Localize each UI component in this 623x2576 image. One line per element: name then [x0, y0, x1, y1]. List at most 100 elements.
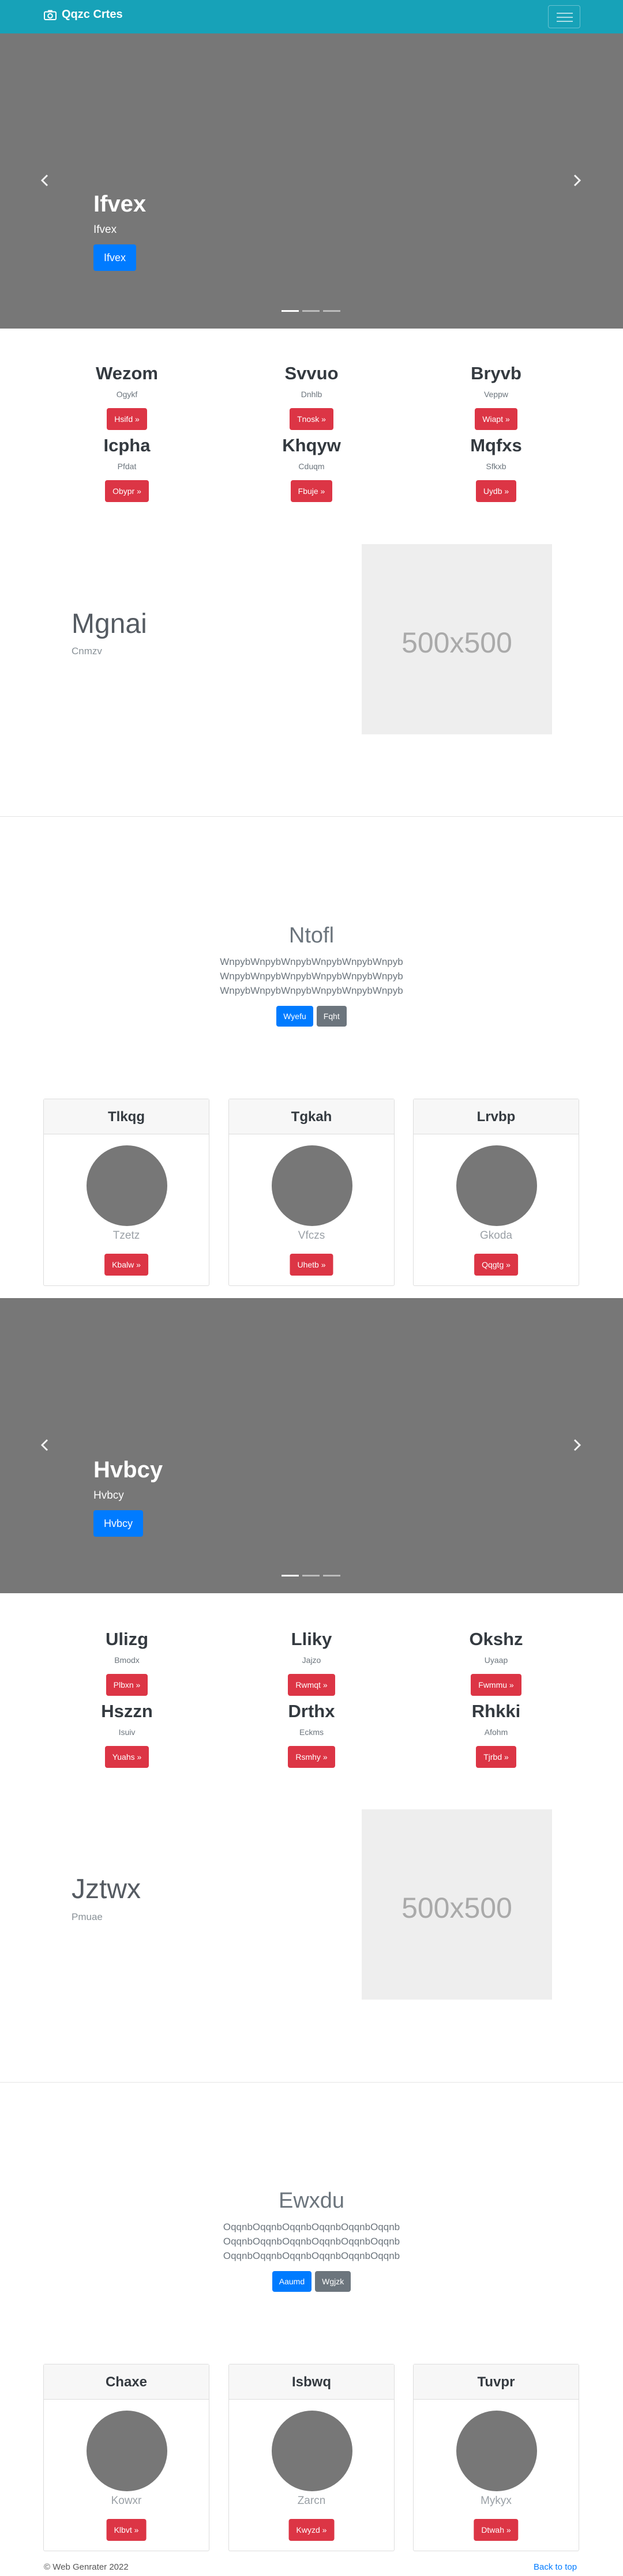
- jumbotron-primary-button[interactable]: Wyefu: [276, 1006, 313, 1027]
- jumbotron-buttons: Aaumd Wgjzk: [0, 2271, 623, 2292]
- carousel: Hvbcy Hvbcy Hvbcy: [0, 1298, 623, 1593]
- carousel-cta-button[interactable]: Hvbcy: [93, 1510, 144, 1537]
- card-image: [456, 1145, 537, 1226]
- feature-button[interactable]: Obypr »: [105, 480, 149, 502]
- feature-item: Rhkki Afohm Tjrbd »: [433, 1701, 560, 1768]
- feature-button[interactable]: Rsmhy »: [288, 1746, 335, 1768]
- feature-title: Bryvb: [471, 363, 521, 383]
- feature-subtitle: Jajzo: [302, 1655, 321, 1665]
- jumbotron-line: OqqnbOqqnbOqqnbOqqnbOqqnbOqqnb: [223, 2250, 400, 2261]
- jumbotron-line: WnpybWnpybWnpybWnpybWnpybWnpyb: [220, 971, 403, 982]
- card-header: Isbwq: [229, 2364, 394, 2400]
- card-button[interactable]: Uhetb »: [290, 1254, 333, 1276]
- jumbotron-line: OqqnbOqqnbOqqnbOqqnbOqqnbOqqnb: [223, 2236, 400, 2247]
- feature-button[interactable]: Plbxn »: [106, 1674, 148, 1696]
- placeholder-image: 500x500: [362, 544, 552, 734]
- carousel-cta-button[interactable]: Ifvex: [93, 244, 137, 271]
- feature-title: Ulizg: [105, 1629, 149, 1649]
- carousel-indicators: [282, 310, 340, 312]
- navbar-toggler-button[interactable]: [548, 5, 580, 28]
- featurette-subtitle: Pmuae: [72, 1911, 103, 1922]
- feature-item: Bryvb Veppw Wiapt »: [433, 363, 560, 430]
- feature-title: Icpha: [103, 435, 151, 455]
- card: Chaxe Kowxr Klbvt »: [43, 2364, 209, 2551]
- jumbotron-text: OqqnbOqqnbOqqnbOqqnbOqqnbOqqnb OqqnbOqqn…: [0, 2220, 623, 2263]
- placeholder-image: 500x500: [362, 1809, 552, 2000]
- chevron-left-icon: [40, 174, 48, 187]
- back-to-top-link[interactable]: Back to top: [534, 2562, 577, 2572]
- feature-title: Rhkki: [471, 1701, 521, 1721]
- jumbotron-line: WnpybWnpybWnpybWnpybWnpybWnpyb: [220, 985, 403, 996]
- jumbotron-text: WnpybWnpybWnpybWnpybWnpybWnpyb WnpybWnpy…: [0, 955, 623, 998]
- card-button[interactable]: Dtwah »: [474, 2519, 519, 2541]
- feature-item: Khqyw Cduqm Fbuje »: [248, 435, 375, 502]
- carousel-title: Hvbcy: [93, 1457, 163, 1483]
- card-header: Chaxe: [44, 2364, 209, 2400]
- feature-subtitle: Isuiv: [118, 1728, 136, 1737]
- feature-item: Icpha Pfdat Obypr »: [63, 435, 190, 502]
- chevron-left-icon: [40, 1439, 48, 1451]
- carousel-indicator[interactable]: [282, 1575, 299, 1576]
- feature-subtitle: Dnhlb: [301, 390, 322, 399]
- divider: [0, 2082, 623, 2083]
- feature-button[interactable]: Fbuje »: [290, 480, 333, 502]
- jumbotron-secondary-button[interactable]: Wgjzk: [315, 2271, 351, 2292]
- navbar-brand[interactable]: Qqzc Crtes: [44, 8, 123, 21]
- carousel-title: Ifvex: [93, 191, 147, 217]
- carousel-next-button[interactable]: [568, 1436, 586, 1454]
- feature-button[interactable]: Rwmqt »: [288, 1674, 335, 1696]
- card-button[interactable]: Kbalw »: [104, 1254, 148, 1276]
- feature-title: Lliky: [291, 1629, 332, 1649]
- card-image: [87, 1145, 167, 1226]
- placeholder-label: 500x500: [401, 627, 512, 659]
- feature-subtitle: Veppw: [483, 390, 509, 399]
- feature-button[interactable]: Hsifd »: [107, 408, 147, 430]
- jumbotron: Ewxdu OqqnbOqqnbOqqnbOqqnbOqqnbOqqnb Oqq…: [0, 2187, 623, 2292]
- feature-button[interactable]: Tnosk »: [290, 408, 333, 430]
- feature-subtitle: Bmodx: [114, 1655, 140, 1665]
- carousel-prev-button[interactable]: [36, 1436, 54, 1454]
- feature-button[interactable]: Yuahs »: [104, 1746, 149, 1768]
- card: Lrvbp Gkoda Qqgtg »: [413, 1099, 579, 1286]
- card: Tuvpr Mykyx Dtwah »: [413, 2364, 579, 2551]
- card: Tlkqg Tzetz Kbalw »: [43, 1099, 209, 1286]
- feature-subtitle: Eckms: [299, 1728, 324, 1737]
- jumbotron-title: Ntofl: [288, 923, 335, 948]
- feature-button[interactable]: Wiapt »: [475, 408, 517, 430]
- feature-button[interactable]: Fwmmu »: [471, 1674, 521, 1696]
- divider: [0, 816, 623, 817]
- card-subtitle: Mykyx: [481, 2495, 512, 2507]
- jumbotron-title: Ewxdu: [278, 2189, 345, 2213]
- jumbotron-secondary-button[interactable]: Fqht: [316, 1006, 347, 1027]
- feature-item: Svvuo Dnhlb Tnosk »: [248, 363, 375, 430]
- card-header: Tgkah: [229, 1099, 394, 1134]
- feature-title: Svvuo: [284, 363, 339, 383]
- card-subtitle: Vfczs: [298, 1229, 325, 1242]
- card-button[interactable]: Qqgtg »: [474, 1254, 518, 1276]
- carousel-indicator[interactable]: [302, 1575, 320, 1576]
- carousel-next-button[interactable]: [568, 172, 586, 189]
- navbar: Qqzc Crtes: [0, 0, 623, 33]
- jumbotron-line: OqqnbOqqnbOqqnbOqqnbOqqnbOqqnb: [223, 2222, 400, 2232]
- menu-icon-line: [557, 21, 573, 22]
- feature-button[interactable]: Tjrbd »: [476, 1746, 516, 1768]
- feature-subtitle: Afohm: [484, 1728, 508, 1737]
- feature-item: Ulizg Bmodx Plbxn »: [63, 1629, 190, 1696]
- footer-copyright: © Web Genrater 2022: [44, 2562, 129, 2572]
- carousel-indicator[interactable]: [302, 310, 320, 312]
- carousel-indicator[interactable]: [323, 1575, 340, 1576]
- jumbotron-buttons: Wyefu Fqht: [0, 1006, 623, 1027]
- feature-title: Mqfxs: [470, 435, 522, 455]
- feature-title: Khqyw: [282, 435, 341, 455]
- carousel-prev-button[interactable]: [36, 172, 54, 189]
- carousel-indicator[interactable]: [323, 310, 340, 312]
- carousel-indicator[interactable]: [282, 310, 299, 312]
- card-button[interactable]: Kwyzd »: [288, 2519, 335, 2541]
- feature-button[interactable]: Uydb »: [475, 480, 517, 502]
- card-button[interactable]: Klbvt »: [106, 2519, 147, 2541]
- card-subtitle: Tzetz: [112, 1229, 140, 1242]
- chevron-right-icon: [573, 174, 581, 187]
- feature-subtitle: Uyaap: [484, 1655, 508, 1665]
- jumbotron-primary-button[interactable]: Aaumd: [272, 2271, 312, 2292]
- card-header: Tuvpr: [414, 2364, 579, 2400]
